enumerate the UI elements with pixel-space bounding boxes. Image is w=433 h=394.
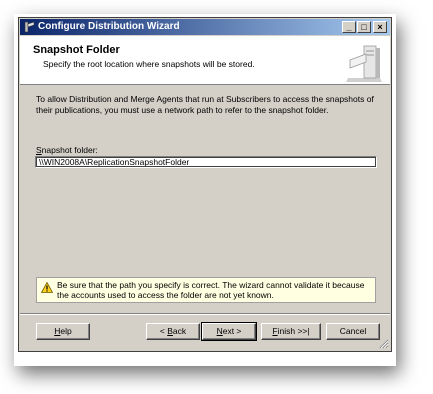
title-bar[interactable]: Configure Distribution Wizard _ □ × xyxy=(20,19,390,35)
wizard-server-icon xyxy=(346,45,382,82)
back-label: ack xyxy=(172,326,187,336)
description-text: To allow Distribution and Merge Agents t… xyxy=(36,94,374,115)
maximize-button[interactable]: □ xyxy=(357,21,371,33)
warning-icon xyxy=(41,282,53,293)
next-button[interactable]: Next > xyxy=(201,322,257,341)
back-button[interactable]: < Back xyxy=(146,323,200,340)
close-icon: × xyxy=(377,22,383,32)
warning-box: Be sure that the path you specify is cor… xyxy=(36,277,376,303)
help-label: elp xyxy=(60,326,72,336)
warning-text: Be sure that the path you specify is cor… xyxy=(57,280,365,300)
cancel-button[interactable]: Cancel xyxy=(326,323,380,340)
close-button[interactable]: × xyxy=(373,21,387,33)
snapshot-folder-label: Snapshot folder: xyxy=(36,145,98,155)
wizard-app-icon xyxy=(24,21,35,33)
page-subtitle: Specify the root location where snapshot… xyxy=(43,59,255,69)
page-header: Snapshot Folder Specify the root locatio… xyxy=(20,36,390,85)
page-title: Snapshot Folder xyxy=(33,44,120,56)
button-divider xyxy=(20,313,390,315)
label-rest: napshot folder: xyxy=(41,145,98,155)
next-label: ext > xyxy=(222,326,242,336)
resize-grip-icon[interactable] xyxy=(377,337,389,349)
wizard-window: Configure Distribution Wizard _ □ × Snap… xyxy=(18,17,392,352)
maximize-icon: □ xyxy=(361,22,367,32)
help-button[interactable]: Help xyxy=(36,323,90,340)
finish-button[interactable]: Finish >>| xyxy=(261,323,321,340)
snapshot-folder-input[interactable] xyxy=(35,156,377,168)
finish-label: inish >>| xyxy=(277,326,310,336)
window-title: Configure Distribution Wizard xyxy=(38,21,180,32)
minimize-button[interactable]: _ xyxy=(342,21,356,33)
minimize-icon: _ xyxy=(346,22,352,32)
